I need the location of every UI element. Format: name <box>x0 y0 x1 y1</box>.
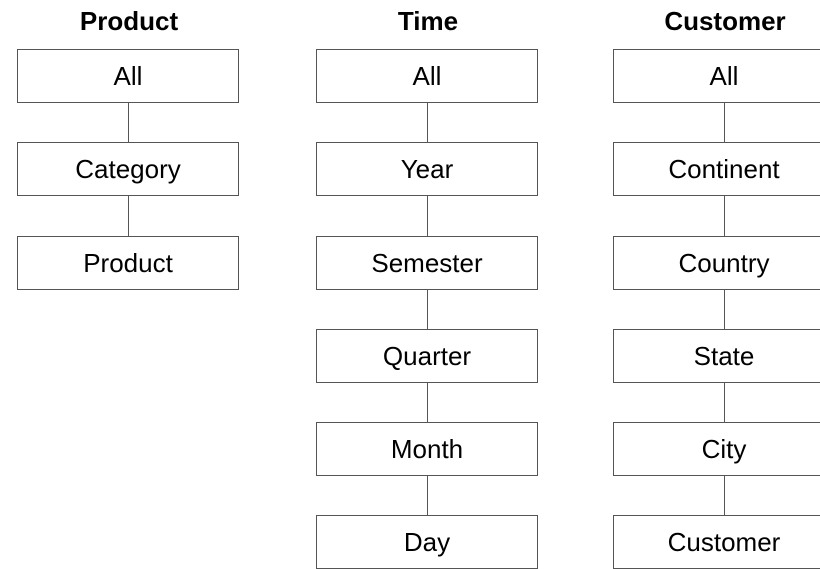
hierarchy-connector-line <box>128 103 129 142</box>
hierarchy-connector-line <box>724 196 725 236</box>
hierarchy-connector-line <box>724 476 725 515</box>
hierarchy-level-box: Year <box>316 142 538 196</box>
hierarchy-level-box: Month <box>316 422 538 476</box>
hierarchy-time: Time All Year Semester Quarter Month Day <box>316 0 540 569</box>
hierarchy-connector-line <box>427 476 428 515</box>
hierarchy-connector-line <box>724 383 725 422</box>
hierarchy-product: Product All Category Product <box>17 0 241 566</box>
hierarchy-connector-line <box>724 103 725 142</box>
hierarchy-level-box: All <box>17 49 239 103</box>
hierarchy-level-box: Semester <box>316 236 538 290</box>
hierarchy-customer: Customer All Continent Country State City Cust… <box>613 0 820 569</box>
hierarchy-level-box: Country <box>613 236 820 290</box>
hierarchy-level-box: Customer <box>613 515 820 569</box>
hierarchy-level-box: Category <box>17 142 239 196</box>
hierarchy-connector-line <box>427 290 428 329</box>
hierarchy-level-box: All <box>316 49 538 103</box>
hierarchy-level-box: Quarter <box>316 329 538 383</box>
hierarchy-connector-line <box>427 103 428 142</box>
hierarchy-level-box: All <box>613 49 820 103</box>
hierarchy-title: Customer <box>664 6 786 36</box>
hierarchy-level-box: City <box>613 422 820 476</box>
hierarchy-connector-line <box>724 290 725 329</box>
hierarchy-connector-line <box>128 196 129 236</box>
hierarchy-level-box: Day <box>316 515 538 569</box>
hierarchy-connector-line <box>427 383 428 422</box>
hierarchy-level-box: Continent <box>613 142 820 196</box>
hierarchy-level-box: State <box>613 329 820 383</box>
hierarchy-connector-line <box>427 196 428 236</box>
hierarchy-title: Product <box>79 6 179 36</box>
hierarchy-level-box: Product <box>17 236 239 290</box>
hierarchy-title: Time <box>397 6 459 36</box>
